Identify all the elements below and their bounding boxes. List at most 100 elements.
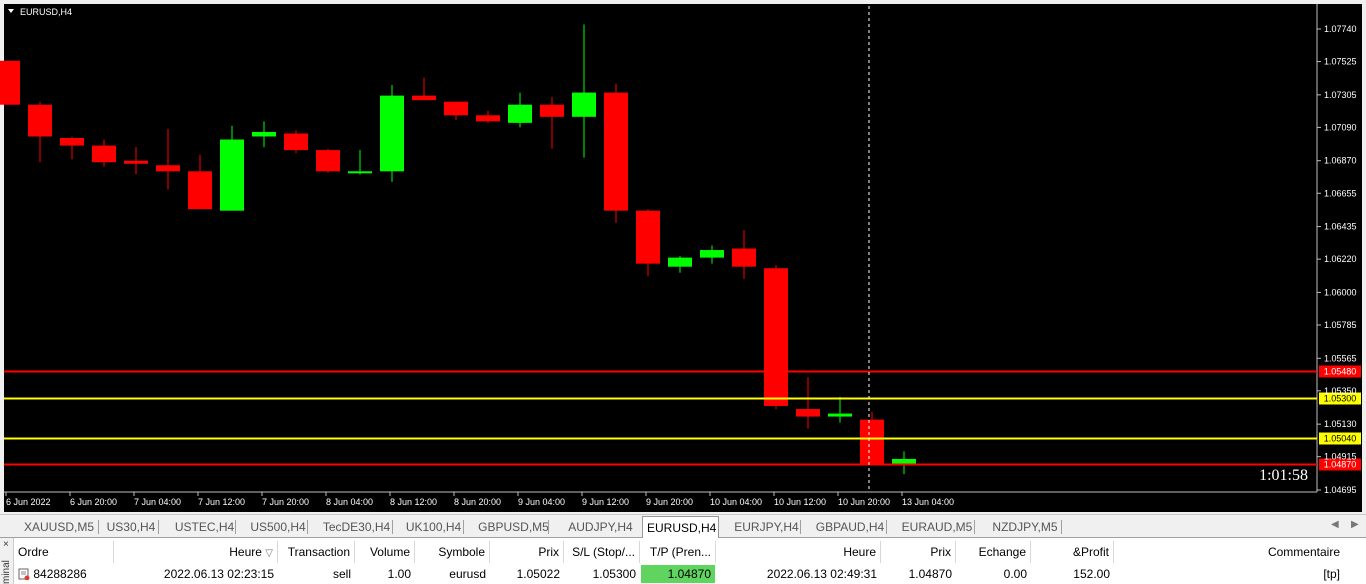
tab-separator xyxy=(463,520,464,534)
time-tick-label: 9 Jun 04:00 xyxy=(518,497,565,507)
price-tick-label: 1.05565 xyxy=(1324,353,1357,363)
price-tick-label: 1.07090 xyxy=(1324,122,1357,132)
price-tick-label: 1.06220 xyxy=(1324,254,1357,264)
price-tick-label: 1.05350 xyxy=(1324,386,1357,396)
time-tick-label: 6 Jun 2022 xyxy=(6,497,51,507)
tab-xauusd-m5[interactable]: XAUUSD,M5 xyxy=(14,517,104,537)
candle-body xyxy=(860,419,884,464)
chart-plot-area[interactable] xyxy=(4,4,1317,492)
candle-body xyxy=(60,138,84,146)
candle-body xyxy=(316,150,340,172)
price-tick-label: 1.05130 xyxy=(1324,419,1357,429)
tab-euraud-m5[interactable]: EURAUD,M5 xyxy=(894,517,980,537)
tabs-scroll-right-icon[interactable]: ▶ xyxy=(1351,519,1359,530)
tab-us30-h4[interactable]: US30,H4 xyxy=(98,517,164,537)
tab-nzdjpy-m5[interactable]: NZDJPY,M5 xyxy=(983,517,1067,537)
col-header-profit[interactable]: &Profit xyxy=(1031,541,1114,563)
terminal-close-icon[interactable]: × xyxy=(3,539,9,550)
time-tick-label: 8 Jun 04:00 xyxy=(326,497,373,507)
tabs-scroll-left-icon[interactable]: ◀ xyxy=(1331,519,1339,530)
cell-sl: 1.05300 xyxy=(592,567,636,581)
candle-body xyxy=(412,95,436,101)
candle-body xyxy=(636,210,660,264)
terminal-side-label: minal xyxy=(1,560,12,584)
tab-tecde30-h4[interactable]: TecDE30,H4 xyxy=(315,517,398,537)
candle-body xyxy=(700,250,724,258)
tab-separator xyxy=(974,520,975,534)
tab-ustec-h4[interactable]: USTEC,H4 xyxy=(168,517,241,537)
time-tick-label: 6 Jun 20:00 xyxy=(70,497,117,507)
col-header-transaction[interactable]: Transaction xyxy=(278,541,355,563)
candle-body xyxy=(828,413,852,417)
price-tick-label: 1.06435 xyxy=(1324,222,1357,232)
price-chart[interactable]: EURUSD,H4 1.054801.053001.050401.04870 1… xyxy=(0,0,1366,514)
time-tick-label: 10 Jun 12:00 xyxy=(774,497,826,507)
candle-body xyxy=(764,268,788,406)
col-header-sl[interactable]: S/L (Stop/... xyxy=(564,541,640,563)
time-tick-label: 8 Jun 12:00 xyxy=(390,497,437,507)
col-header-heure-close[interactable]: Heure xyxy=(716,541,881,563)
col-header-symbole[interactable]: Symbole xyxy=(415,541,490,563)
chart-title: EURUSD,H4 xyxy=(20,7,72,17)
candle-body xyxy=(444,101,468,116)
price-tick-label: 1.07305 xyxy=(1324,90,1357,100)
cell-symbole: eurusd xyxy=(449,567,486,581)
col-header-commentaire[interactable]: Commentaire xyxy=(1114,541,1344,563)
time-tick-label: 10 Jun 04:00 xyxy=(710,497,762,507)
cell-heure: 2022.06.13 02:23:15 xyxy=(163,567,274,581)
tab-separator xyxy=(1061,520,1062,534)
candle-body xyxy=(156,165,180,172)
candle-body xyxy=(220,139,244,211)
tab-separator xyxy=(548,520,549,534)
time-tick-label: 7 Jun 12:00 xyxy=(198,497,245,507)
col-header-prix-close[interactable]: Prix xyxy=(881,541,956,563)
col-header-ordre[interactable]: Ordre xyxy=(14,541,114,563)
candle-body xyxy=(476,115,500,122)
candle-body xyxy=(124,160,148,164)
price-tick-label: 1.05785 xyxy=(1324,320,1357,330)
candle-body xyxy=(540,104,564,117)
candle-body xyxy=(284,133,308,151)
col-header-echange[interactable]: Echange xyxy=(956,541,1031,563)
tab-separator xyxy=(800,520,801,534)
tab-gbpusd-m5[interactable]: GBPUSD,M5 xyxy=(473,517,554,537)
price-tick-label: 1.06870 xyxy=(1324,156,1357,166)
candle-body xyxy=(348,171,372,174)
cell-transaction: sell xyxy=(332,567,351,581)
time-tick-label: 13 Jun 04:00 xyxy=(902,497,954,507)
cell-commentaire: [tp] xyxy=(1323,567,1340,581)
tab-audjpy-h4[interactable]: AUDJPY,H4 xyxy=(561,517,640,537)
time-tick-label: 10 Jun 20:00 xyxy=(838,497,890,507)
price-tick-label: 1.07740 xyxy=(1324,24,1357,34)
tab-gbpaud-h4[interactable]: GBPAUD,H4 xyxy=(808,517,892,537)
tab-eurjpy-h4[interactable]: EURJPY,H4 xyxy=(727,517,806,537)
candle-body xyxy=(28,104,52,137)
tab-uk100-h4[interactable]: UK100,H4 xyxy=(398,517,469,537)
chart-tabs-bar: XAUUSD,M5 US30,H4 USTEC,H4 US500,H4 TecDE30,… xyxy=(0,514,1366,538)
candle-body xyxy=(508,104,532,123)
cell-ordre: 84288286 xyxy=(14,565,114,583)
col-header-volume[interactable]: Volume xyxy=(355,541,415,563)
candle xyxy=(380,85,404,182)
candle xyxy=(0,60,20,105)
chart-window[interactable]: EURUSD,H4 1.05480 1.05300 1.05040 1.04870 1… xyxy=(0,0,1366,514)
sort-icon: ▽ xyxy=(265,548,273,559)
col-header-heure[interactable]: Heure ▽ xyxy=(114,541,278,563)
candle-body xyxy=(188,171,212,210)
tab-separator xyxy=(158,520,159,534)
candle-body xyxy=(380,95,404,172)
candle-body xyxy=(252,131,276,137)
col-header-prix[interactable]: Prix xyxy=(490,541,564,563)
cell-echange: 0.00 xyxy=(1003,567,1027,581)
candle xyxy=(604,83,628,223)
tab-eurusd-h4[interactable]: EURUSD,H4 xyxy=(642,516,719,538)
candle-body xyxy=(892,458,916,464)
price-tick-label: 1.04695 xyxy=(1324,485,1357,495)
tab-us500-h4[interactable]: US500,H4 xyxy=(243,517,313,537)
candle-body xyxy=(604,92,628,211)
col-header-tp[interactable]: T/P (Pren... xyxy=(640,541,716,563)
candle-body xyxy=(92,145,116,163)
tab-separator xyxy=(235,520,236,534)
candle-body xyxy=(572,92,596,117)
cell-heure-close: 2022.06.13 02:49:31 xyxy=(766,567,877,581)
